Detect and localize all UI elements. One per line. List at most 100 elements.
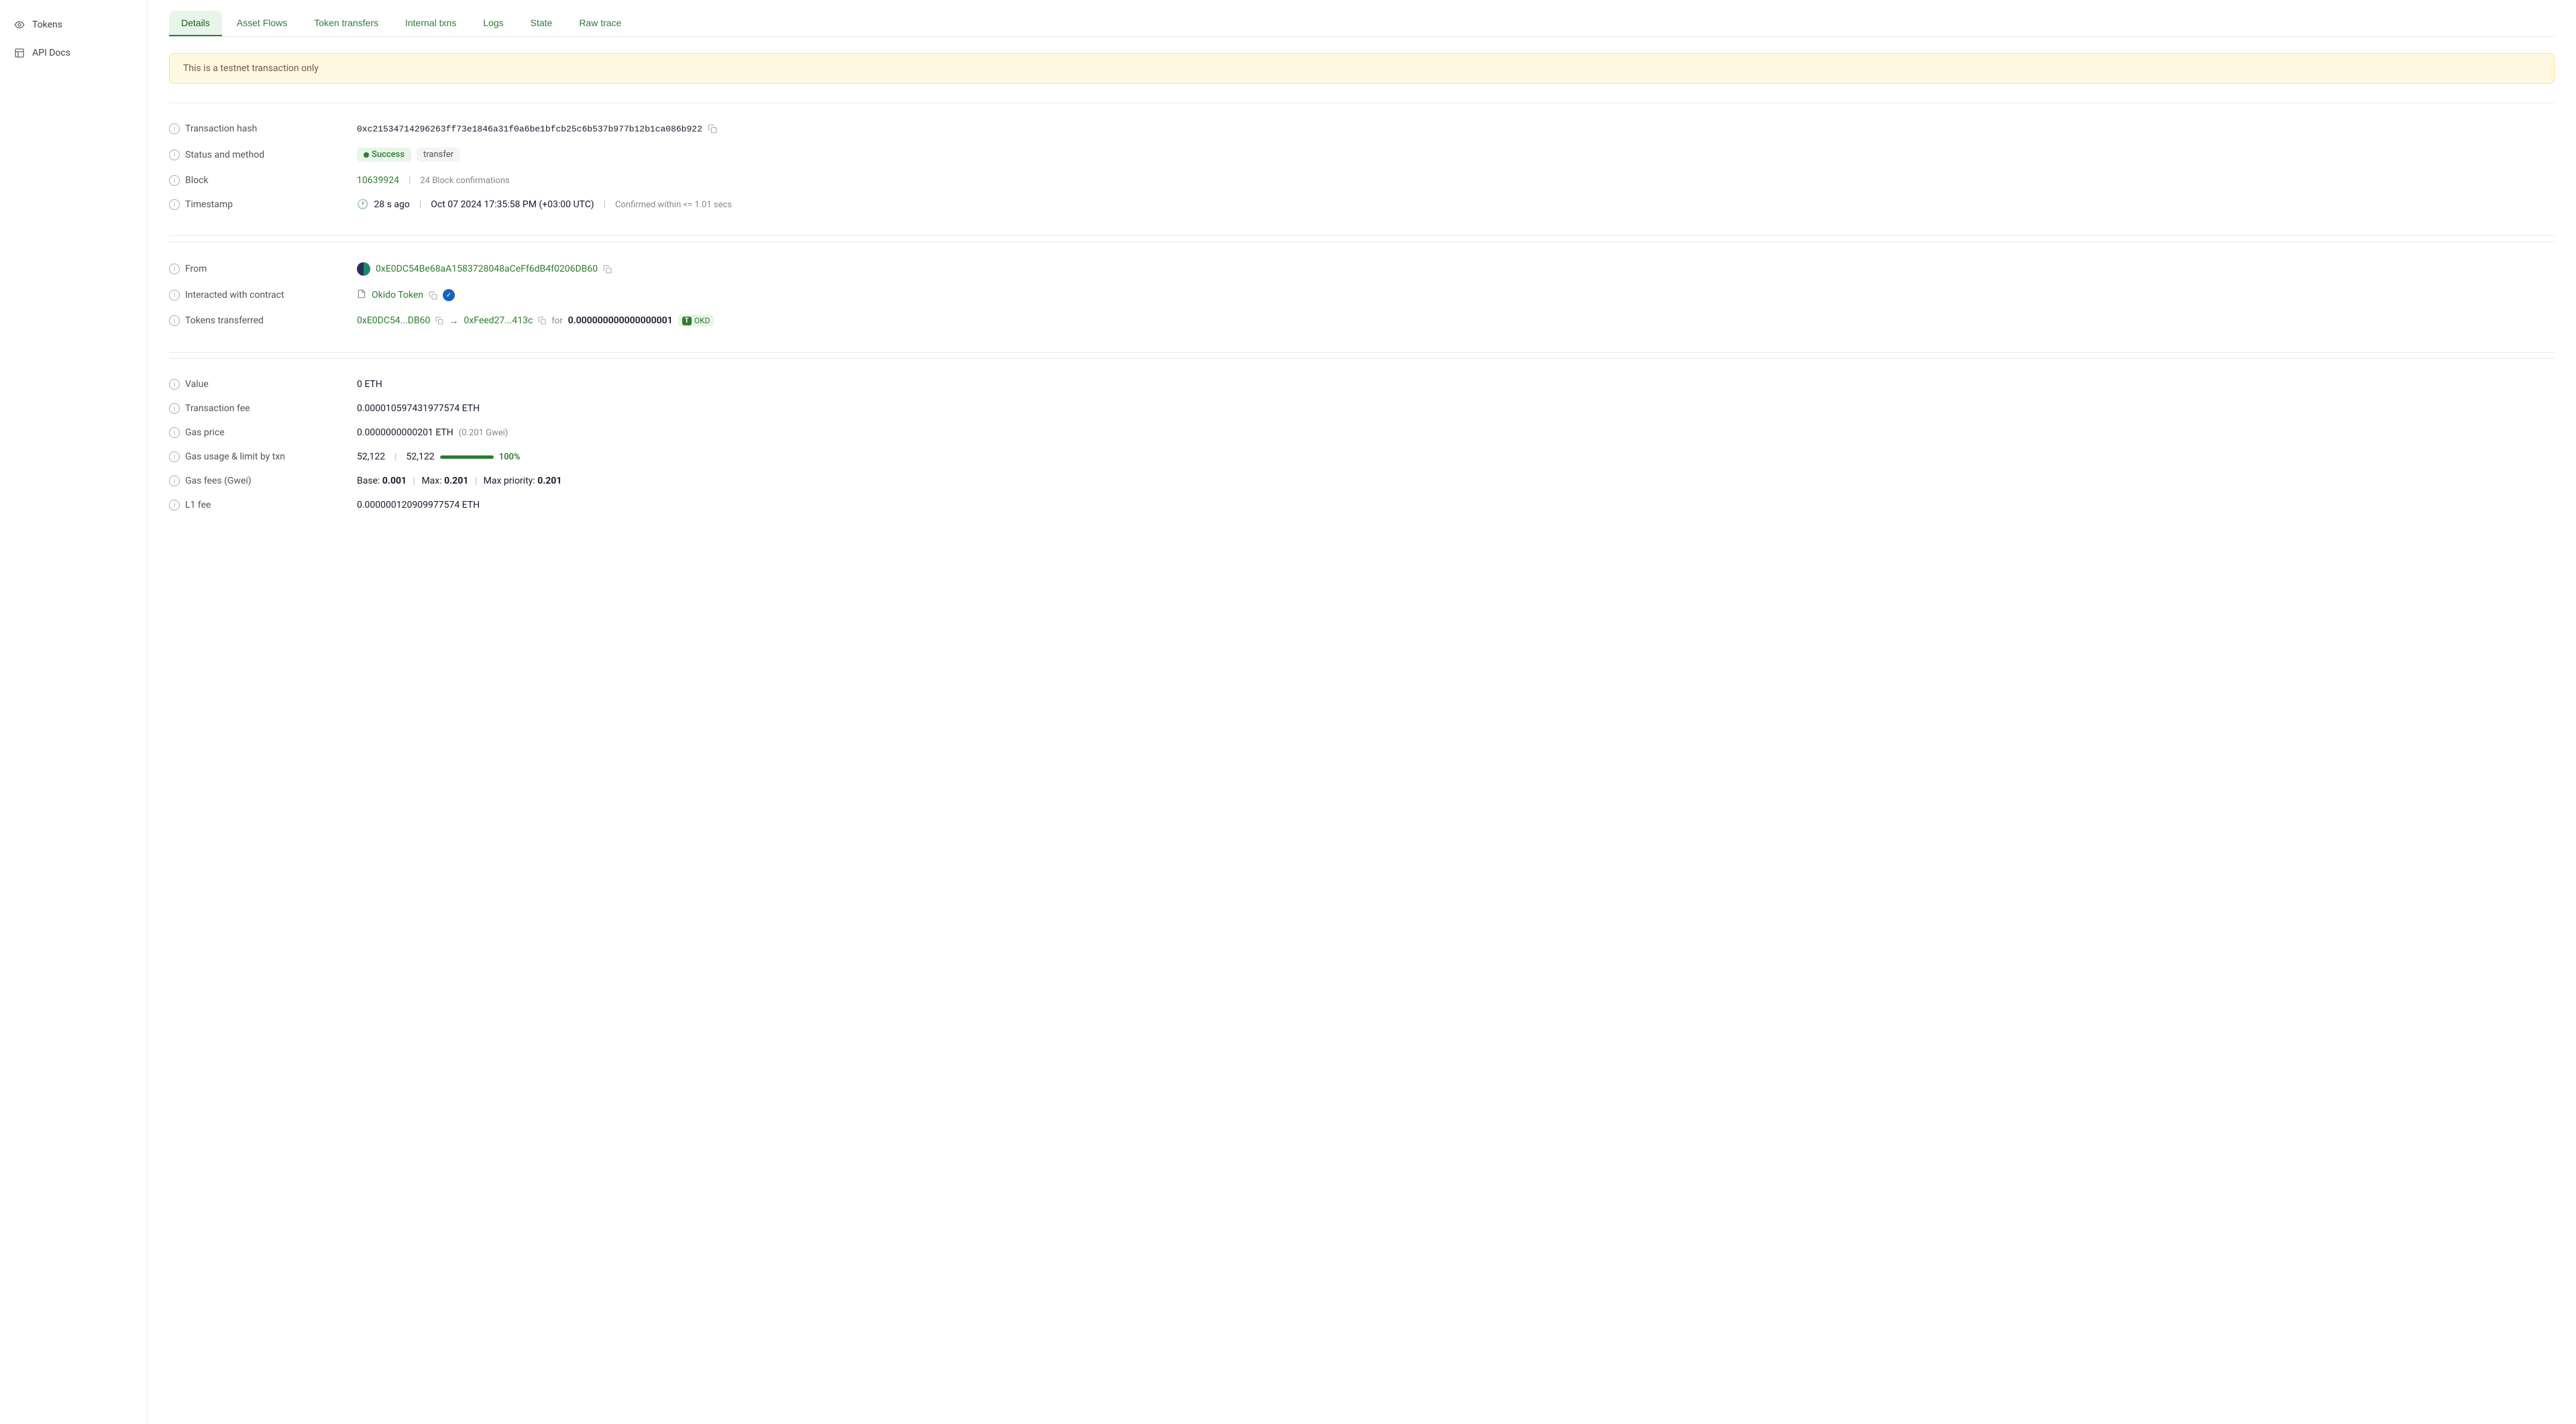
token-from-address[interactable]: 0xE0DC54...DB60 [357, 315, 430, 326]
tab-logs[interactable]: Logs [471, 11, 515, 36]
block-number-link[interactable]: 10639924 [357, 175, 399, 186]
info-icon-gas-price[interactable]: i [169, 427, 180, 438]
info-icon-fee[interactable]: i [169, 403, 180, 414]
info-icon-timestamp[interactable]: i [169, 199, 180, 210]
row-contract: i Interacted with contract Okido Token [169, 282, 2555, 308]
label-value: i Value [169, 379, 357, 390]
row-block: i Block 10639924 | 24 Block confirmation… [169, 168, 2555, 193]
transfer-arrow-icon: → [449, 315, 458, 327]
from-address-link[interactable]: 0xE0DC54Be68aA1583728048aCeFf6dB4f0206DB… [376, 264, 598, 274]
row-gas-usage: i Gas usage & limit by txn 52,122 | 52,1… [169, 445, 2555, 469]
token-to-address[interactable]: 0xFeed27...413c [464, 315, 533, 326]
gas-limit: 52,122 [407, 451, 435, 462]
info-icon-tokens[interactable]: i [169, 315, 180, 326]
section-divider-2 [169, 352, 2555, 353]
fee-amount: 0.000010597431977574 ETH [357, 403, 480, 414]
tab-bar: Details Asset Flows Token transfers Inte… [169, 0, 2555, 37]
token-t-icon: T [682, 317, 692, 325]
label-transaction-fee: i Transaction fee [169, 403, 357, 414]
value-tokens-transferred: 0xE0DC54...DB60 → 0xFeed27...413c for [357, 315, 2555, 327]
eth-amount: 0 ETH [357, 379, 382, 390]
label-contract: i Interacted with contract [169, 290, 357, 300]
testnet-alert-banner: This is a testnet transaction only [169, 53, 2555, 84]
section-divider-1 [169, 235, 2555, 236]
info-icon-gas-fees[interactable]: i [169, 476, 180, 486]
label-transaction-hash: i Transaction hash [169, 123, 357, 134]
copy-contract-button[interactable] [429, 291, 437, 300]
gas-price-eth: 0.0000000000201 ETH [357, 427, 453, 438]
tab-details[interactable]: Details [169, 11, 222, 36]
contract-name-link[interactable]: Okido Token [372, 290, 423, 300]
sidebar-item-api-docs[interactable]: API Docs [0, 39, 147, 67]
timestamp-sep1: | [419, 199, 421, 210]
row-gas-fees: i Gas fees (Gwei) Base: 0.001 | Max: 0.2… [169, 469, 2555, 493]
status-dot [364, 152, 369, 158]
block-separator: | [409, 175, 411, 186]
hash-value: 0xc21534714296263ff73e1846a31f0a6be1bfcb… [357, 124, 702, 134]
copy-token-from-button[interactable] [435, 317, 443, 325]
section-basic-info: i Transaction hash 0xc21534714296263ff73… [169, 103, 2555, 230]
value-gas-usage: 52,122 | 52,122 100% [357, 451, 2555, 462]
gas-max-priority: 0.201 [537, 476, 561, 486]
status-text: Success [372, 150, 405, 160]
value-gas-fees: Base: 0.001 | Max: 0.201 | Max priority:… [357, 476, 2555, 486]
token-symbol-badge: T OKD [678, 315, 714, 327]
value-from: 0xE0DC54Be68aA1583728048aCeFf6dB4f0206DB… [357, 262, 2555, 276]
tab-internal-txns[interactable]: Internal txns [393, 11, 468, 36]
value-block: 10639924 | 24 Block confirmations [357, 175, 2555, 186]
sidebar-item-api-docs-label: API Docs [32, 48, 70, 58]
main-content: Details Asset Flows Token transfers Inte… [148, 0, 2576, 1424]
info-icon-contract[interactable]: i [169, 290, 180, 300]
info-icon-status[interactable]: i [169, 150, 180, 160]
label-gas-usage: i Gas usage & limit by txn [169, 451, 357, 462]
gas-progress-bar [440, 455, 494, 459]
verified-icon: ✓ [443, 289, 455, 301]
gas-used: 52,122 [357, 451, 385, 462]
info-icon-block[interactable]: i [169, 175, 180, 186]
tab-raw-trace[interactable]: Raw trace [567, 11, 633, 36]
info-icon-hash[interactable]: i [169, 123, 180, 134]
info-icon-l1-fee[interactable]: i [169, 500, 180, 510]
gas-max: 0.201 [444, 476, 468, 486]
value-fee: 0.000010597431977574 ETH [357, 403, 2555, 414]
contract-doc-icon [357, 289, 366, 301]
token-symbol: OKD [694, 316, 710, 325]
section-addresses: i From 0xE0DC54Be68aA1583728048aCeFf6dB4… [169, 241, 2555, 347]
sidebar-item-tokens[interactable]: Tokens [0, 11, 147, 39]
gas-progress [440, 455, 494, 459]
tab-state[interactable]: State [519, 11, 565, 36]
status-badge: Success [357, 148, 411, 162]
block-confirmations: 24 Block confirmations [420, 176, 509, 186]
row-transaction-hash: i Transaction hash 0xc21534714296263ff73… [169, 117, 2555, 141]
row-l1-fee: i L1 fee 0.000000120909977574 ETH [169, 493, 2555, 517]
info-icon-value[interactable]: i [169, 379, 180, 390]
row-tokens-transferred: i Tokens transferred 0xE0DC54...DB60 → 0… [169, 308, 2555, 333]
row-transaction-fee: i Transaction fee 0.000010597431977574 E… [169, 396, 2555, 421]
copy-token-to-button[interactable] [538, 317, 546, 325]
alert-message: This is a testnet transaction only [183, 63, 319, 74]
from-avatar [357, 262, 370, 276]
value-contract: Okido Token ✓ [357, 289, 2555, 301]
tab-asset-flows[interactable]: Asset Flows [225, 11, 299, 36]
sidebar: Tokens API Docs [0, 0, 148, 1424]
info-icon-gas-usage[interactable]: i [169, 451, 180, 462]
copy-from-button[interactable] [603, 265, 612, 274]
row-value: i Value 0 ETH [169, 372, 2555, 396]
copy-hash-button[interactable] [708, 124, 717, 133]
label-gas-price: i Gas price [169, 427, 357, 438]
gas-progress-fill [440, 455, 494, 459]
sidebar-item-tokens-label: Tokens [32, 19, 62, 30]
eye-icon [13, 19, 25, 31]
label-timestamp: i Timestamp [169, 199, 357, 210]
gas-percent: 100% [499, 452, 521, 462]
label-status-method: i Status and method [169, 150, 357, 160]
label-gas-fees: i Gas fees (Gwei) [169, 476, 357, 486]
clock-icon: 🕐 [357, 199, 368, 210]
tab-token-transfers[interactable]: Token transfers [302, 11, 390, 36]
row-gas-price: i Gas price 0.0000000000201 ETH (0.201 G… [169, 421, 2555, 445]
gas-base: 0.001 [382, 476, 407, 486]
value-eth: 0 ETH [357, 379, 2555, 390]
info-icon-from[interactable]: i [169, 264, 180, 274]
timestamp-sep2: | [604, 199, 606, 210]
timestamp-confirmed: Confirmed within <= 1.01 secs [615, 200, 732, 210]
